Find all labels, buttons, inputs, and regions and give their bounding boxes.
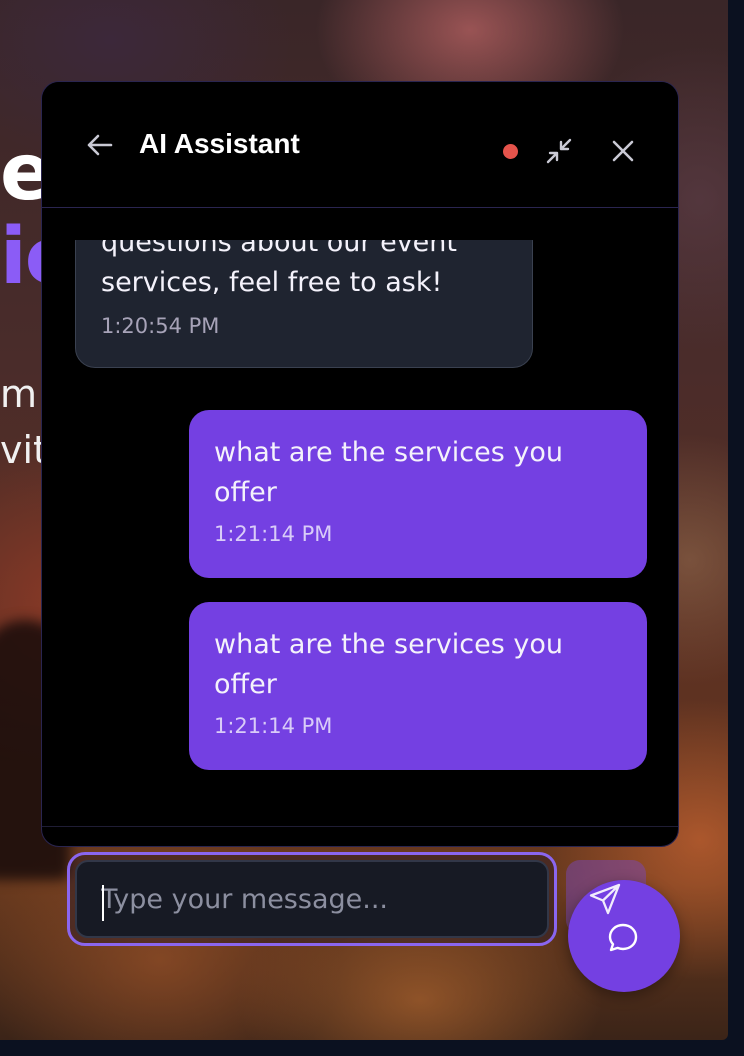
assistant-message: questions about our event services, feel…: [75, 240, 533, 368]
message-timestamp: 1:21:14 PM: [214, 714, 333, 738]
message-text: what are the services you offer: [214, 629, 564, 700]
message-text: what are the services you offer: [214, 437, 564, 508]
text-cursor: [102, 885, 104, 921]
close-button[interactable]: [605, 134, 641, 168]
back-button[interactable]: [82, 130, 116, 160]
chat-header: AI Assistant: [42, 82, 678, 208]
chat-footer-divider: [42, 826, 678, 827]
chat-toggle-button[interactable]: [568, 880, 680, 992]
message-text: questions about our event services, feel…: [101, 240, 457, 298]
minimize-icon: [546, 138, 572, 164]
hero-subtitle-line-1: m: [0, 372, 38, 416]
user-message: what are the services you offer 1:21:14 …: [189, 602, 647, 770]
chat-title: AI Assistant: [139, 128, 300, 159]
arrow-left-icon: [87, 134, 113, 156]
chat-bubble-icon: [608, 923, 638, 952]
send-icon[interactable]: [588, 882, 622, 916]
status-indicator: [503, 144, 518, 159]
close-icon: [612, 140, 634, 162]
message-input-wrapper: [67, 852, 557, 946]
message-list[interactable]: questions about our event services, feel…: [42, 240, 678, 828]
message-input[interactable]: [75, 860, 549, 938]
chat-window: AI Assistant questions about our event s…: [41, 81, 679, 847]
minimize-button[interactable]: [541, 134, 577, 168]
message-timestamp: 1:21:14 PM: [214, 522, 333, 546]
user-message: what are the services you offer 1:21:14 …: [189, 410, 647, 578]
message-timestamp: 1:20:54 PM: [101, 314, 220, 338]
